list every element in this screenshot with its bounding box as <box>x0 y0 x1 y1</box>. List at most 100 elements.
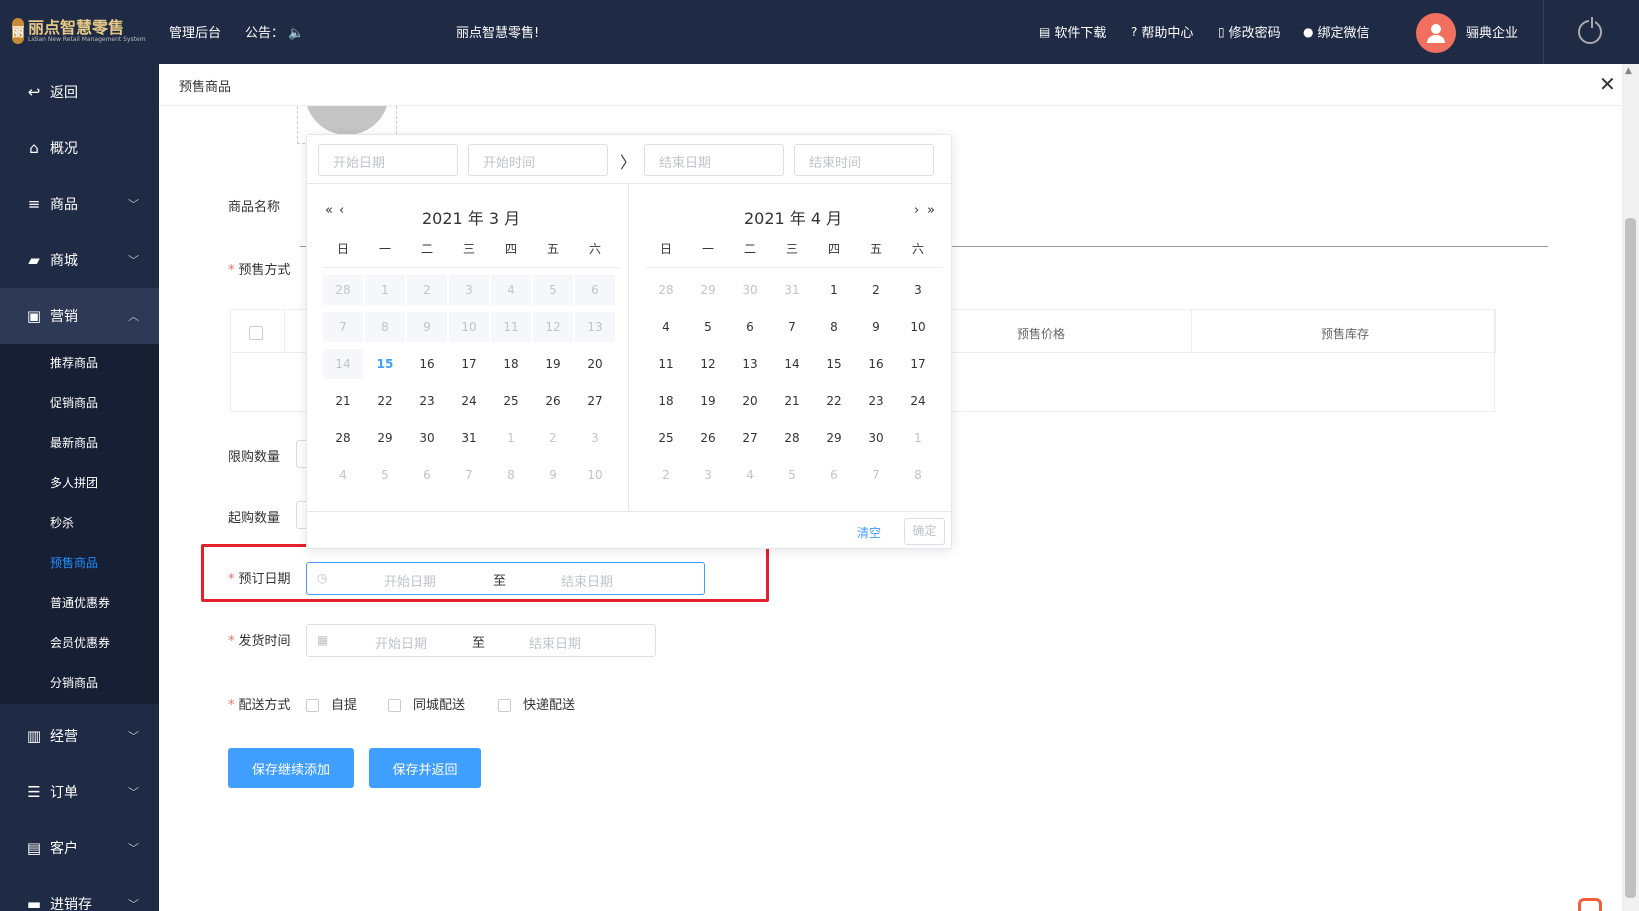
ship-start-date[interactable]: 开始日期 <box>375 633 427 652</box>
submenu-member-coupon[interactable]: 会员优惠券 <box>50 634 110 651</box>
save-continue-button[interactable]: 保存继续添加 <box>228 748 354 788</box>
sidebar-item-business[interactable]: ▥ 经营 ﹀ <box>0 708 159 764</box>
calendar-day[interactable]: 11 <box>646 349 686 379</box>
calendar-day[interactable]: 28 <box>323 423 363 453</box>
submenu-coupon[interactable]: 普通优惠券 <box>50 594 110 611</box>
submenu-recommend[interactable]: 推荐商品 <box>50 354 98 371</box>
close-icon[interactable]: ✕ <box>1599 72 1616 96</box>
calendar-day[interactable]: 18 <box>491 349 531 379</box>
calendar-day[interactable]: 4 <box>646 312 686 342</box>
calendar-day[interactable]: 21 <box>772 386 812 416</box>
download-link[interactable]: ▤ 软件下载 <box>1039 22 1106 42</box>
calendar-day[interactable]: 27 <box>730 423 770 453</box>
calendar-day[interactable]: 1 <box>491 423 531 453</box>
calendar-day[interactable]: 2 <box>646 460 686 490</box>
submenu-distribution[interactable]: 分销商品 <box>50 674 98 691</box>
calendar-day[interactable]: 19 <box>533 349 573 379</box>
bind-wechat-link[interactable]: ● 绑定微信 <box>1303 22 1370 42</box>
calendar-day[interactable]: 21 <box>323 386 363 416</box>
submenu-group-buy[interactable]: 多人拼团 <box>50 474 98 491</box>
calendar-day[interactable]: 30 <box>730 275 770 305</box>
calendar-day[interactable]: 29 <box>814 423 854 453</box>
calendar-day[interactable]: 10 <box>575 460 615 490</box>
calendar-day[interactable]: 2 <box>533 423 573 453</box>
calendar-day[interactable]: 9 <box>533 460 573 490</box>
select-all-checkbox[interactable] <box>249 326 263 340</box>
picker-clear-button[interactable]: 清空 <box>857 524 881 541</box>
calendar-day[interactable]: 30 <box>407 423 447 453</box>
calendar-day[interactable]: 22 <box>814 386 854 416</box>
sidebar-item-overview[interactable]: ⌂ 概况 <box>0 120 159 176</box>
calendar-day[interactable]: 1 <box>898 423 938 453</box>
calendar-day[interactable]: 23 <box>856 386 896 416</box>
sidebar-item-marketing[interactable]: ▣ 营销 ︿ <box>0 288 159 344</box>
calendar-day[interactable]: 29 <box>365 423 405 453</box>
calendar-day[interactable]: 30 <box>856 423 896 453</box>
calendar-day[interactable]: 14 <box>772 349 812 379</box>
sidebar-item-orders[interactable]: ☰ 订单 ﹀ <box>0 764 159 820</box>
calendar-day[interactable]: 31 <box>772 275 812 305</box>
sidebar-back[interactable]: ↩ 返回 <box>0 64 159 120</box>
calendar-day[interactable]: 6 <box>407 460 447 490</box>
calendar-day[interactable]: 16 <box>407 349 447 379</box>
delivery-express[interactable]: 快递配送 <box>498 694 575 713</box>
calendar-day[interactable]: 5 <box>365 460 405 490</box>
calendar-day[interactable]: 26 <box>533 386 573 416</box>
calendar-day[interactable]: 17 <box>898 349 938 379</box>
calendar-day[interactable]: 3 <box>898 275 938 305</box>
scroll-up-arrow[interactable]: ▲ <box>1625 66 1632 76</box>
calendar-day[interactable]: 8 <box>898 460 938 490</box>
calendar-day[interactable]: 24 <box>898 386 938 416</box>
calendar-day[interactable]: 29 <box>688 275 728 305</box>
picker-end-date-input[interactable]: 结束日期 <box>644 144 784 176</box>
calendar-day[interactable]: 13 <box>730 349 770 379</box>
picker-start-time-input[interactable]: 开始时间 <box>468 144 608 176</box>
ship-date-range[interactable]: ▦ 开始日期 至 结束日期 <box>306 624 656 657</box>
calendar-day[interactable]: 7 <box>856 460 896 490</box>
sidebar-item-inventory[interactable]: ▬ 进销存 ﹀ <box>0 876 159 911</box>
company-name[interactable]: 骊典企业 <box>1466 22 1518 41</box>
calendar-day[interactable]: 31 <box>449 423 489 453</box>
calendar-day[interactable]: 28 <box>646 275 686 305</box>
help-link[interactable]: ? 帮助中心 <box>1131 22 1193 42</box>
calendar-day[interactable]: 12 <box>688 349 728 379</box>
calendar-day[interactable]: 6 <box>730 312 770 342</box>
avatar[interactable] <box>1416 13 1456 53</box>
calendar-day[interactable]: 24 <box>449 386 489 416</box>
submenu-flash-sale[interactable]: 秒杀 <box>50 514 74 531</box>
calendar-day[interactable]: 2 <box>856 275 896 305</box>
checkbox[interactable] <box>498 699 511 712</box>
calendar-day[interactable]: 9 <box>856 312 896 342</box>
calendar-day[interactable]: 20 <box>730 386 770 416</box>
calendar-day[interactable]: 4 <box>730 460 770 490</box>
calendar-day[interactable]: 7 <box>449 460 489 490</box>
sidebar-item-goods[interactable]: ≡ 商品 ﹀ <box>0 176 159 232</box>
calendar-day[interactable]: 15 <box>365 349 405 379</box>
calendar-day[interactable]: 18 <box>646 386 686 416</box>
prev-month-icon[interactable]: ‹ <box>339 203 344 218</box>
save-return-button[interactable]: 保存并返回 <box>369 748 481 788</box>
calendar-day[interactable]: 28 <box>772 423 812 453</box>
delivery-local[interactable]: 同城配送 <box>388 694 465 713</box>
prev-year-icon[interactable]: « <box>325 203 333 218</box>
calendar-day[interactable]: 16 <box>856 349 896 379</box>
calendar-day[interactable]: 26 <box>688 423 728 453</box>
calendar-day[interactable]: 20 <box>575 349 615 379</box>
calendar-day[interactable]: 17 <box>449 349 489 379</box>
calendar-day[interactable]: 5 <box>772 460 812 490</box>
calendar-day[interactable]: 25 <box>646 423 686 453</box>
calendar-day[interactable]: 4 <box>323 460 363 490</box>
calendar-day[interactable]: 3 <box>688 460 728 490</box>
logo[interactable]: 丽 丽点智慧零售 Lidian New Retail Management Sy… <box>12 13 146 49</box>
scrollbar-thumb[interactable] <box>1625 218 1636 898</box>
calendar-day[interactable]: 27 <box>575 386 615 416</box>
delivery-pickup[interactable]: 自提 <box>306 694 357 713</box>
calendar-day[interactable]: 3 <box>575 423 615 453</box>
picker-start-date-input[interactable]: 开始日期 <box>318 144 458 176</box>
admin-link[interactable]: 管理后台 <box>169 22 221 41</box>
next-month-icon[interactable]: › <box>914 203 919 218</box>
power-icon[interactable] <box>1578 17 1602 44</box>
submenu-promotion[interactable]: 促销商品 <box>50 394 98 411</box>
next-year-icon[interactable]: » <box>927 203 935 218</box>
calendar-day[interactable]: 23 <box>407 386 447 416</box>
